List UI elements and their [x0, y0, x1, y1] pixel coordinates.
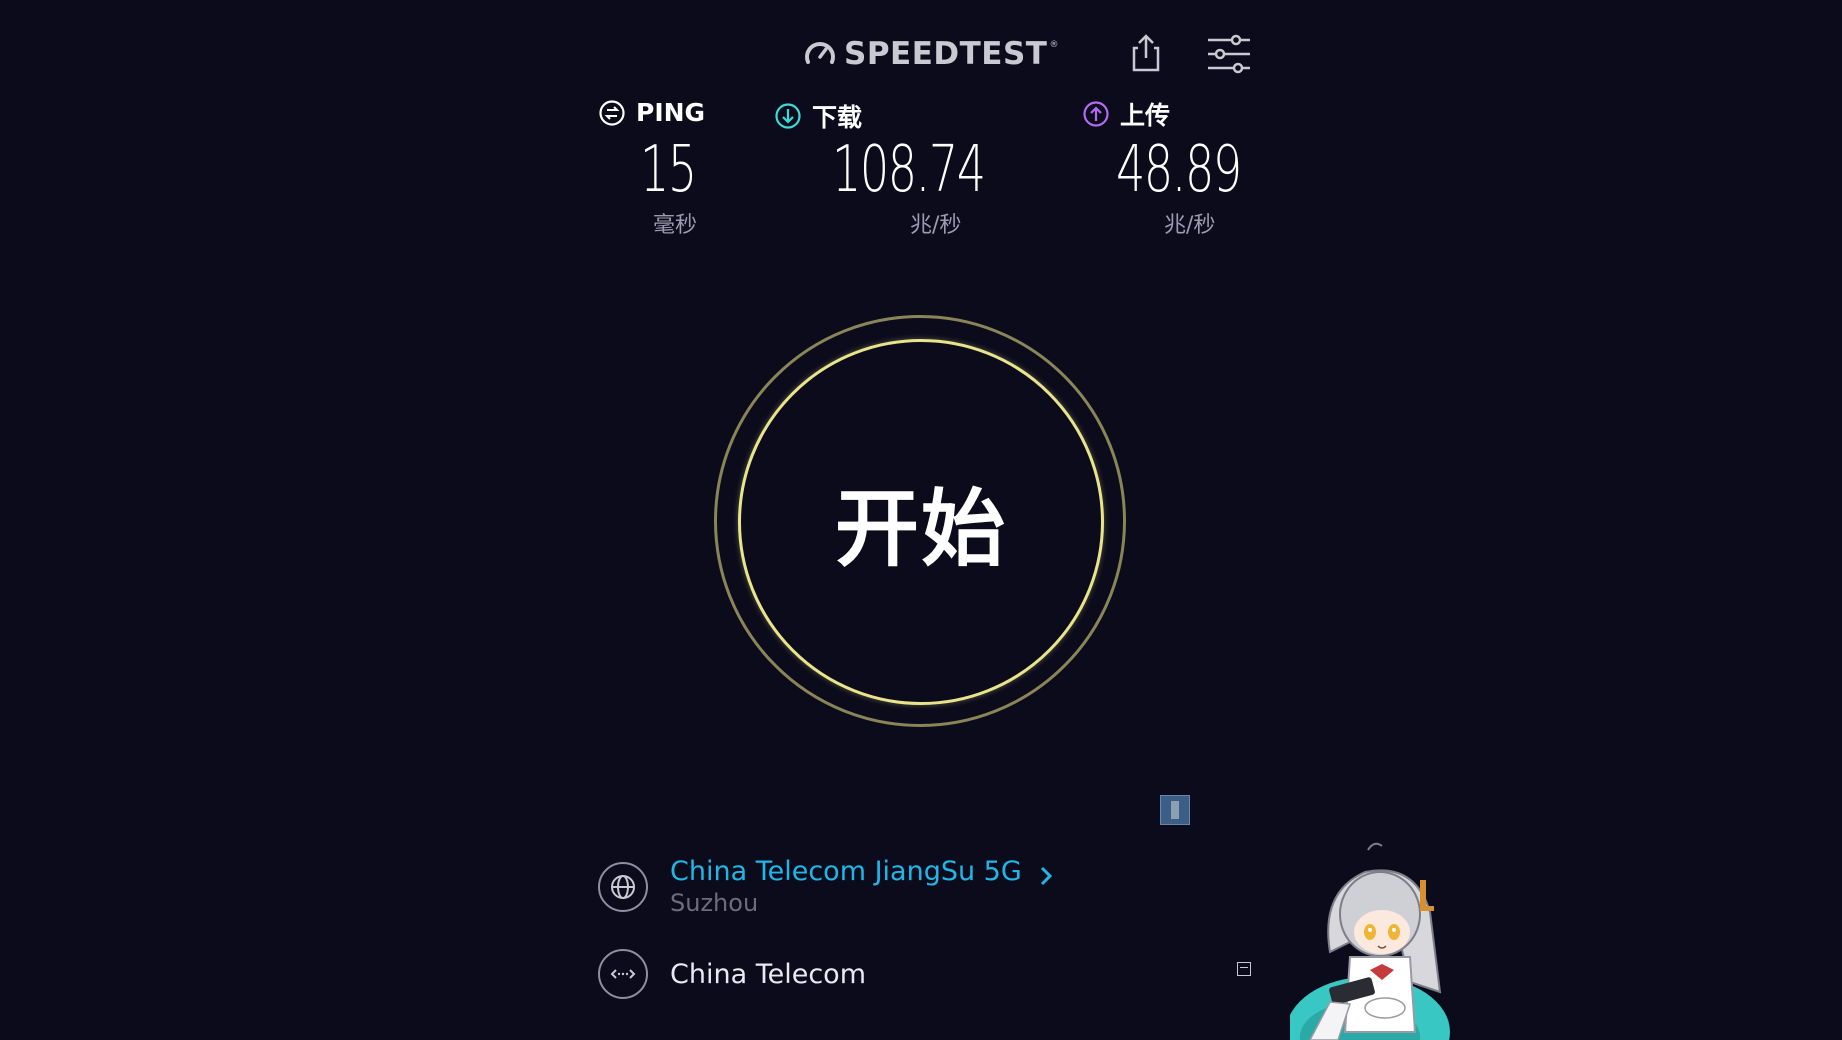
logo-trademark: ®: [1049, 40, 1059, 50]
floating-thumbnail-widget[interactable]: [1160, 795, 1190, 825]
connection-icon: [610, 969, 636, 979]
settings-button[interactable]: [1206, 34, 1252, 74]
anime-mascot-image[interactable]: [1290, 832, 1470, 1040]
upload-unit: 兆/秒: [1164, 213, 1216, 238]
ping-icon: [599, 99, 625, 126]
start-test-button[interactable]: 开始: [738, 339, 1104, 705]
provider-name: China Telecom: [670, 958, 867, 990]
ping-label: PING: [636, 98, 706, 127]
provider-row: China Telecom: [598, 949, 866, 999]
server-selector[interactable]: China Telecom JiangSu 5G Suzhou: [598, 856, 1053, 917]
server-name-line: China Telecom JiangSu 5G: [670, 856, 1053, 887]
download-label: 下载: [812, 103, 863, 132]
download-value: 108.74: [832, 133, 986, 207]
upload-value: 48.89: [1116, 133, 1242, 207]
download-unit: 兆/秒: [910, 213, 962, 238]
start-test-label: 开始: [834, 479, 1007, 578]
globe-icon: [611, 874, 635, 899]
server-name[interactable]: China Telecom JiangSu 5G: [670, 856, 1022, 887]
sliders-icon: [1208, 34, 1250, 74]
share-button[interactable]: [1126, 32, 1166, 74]
share-icon: [1132, 34, 1160, 72]
ping-metric-header: PING: [598, 98, 705, 127]
upload-label: 上传: [1120, 101, 1171, 130]
speedometer-icon: [805, 42, 835, 64]
upload-metric-header: 上传: [1082, 96, 1170, 132]
ping-value: 15: [640, 133, 697, 207]
globe-icon-wrap: [598, 861, 648, 912]
speedtest-logo: SPEEDTEST ®: [802, 34, 1058, 74]
mini-window-icon[interactable]: [1237, 962, 1251, 976]
connection-icon-wrap: [598, 949, 648, 999]
download-metric-header: 下载: [774, 98, 862, 134]
server-city: Suzhou: [670, 889, 759, 917]
logo-text: SPEEDTEST: [844, 36, 1048, 72]
chevron-right-icon: [1040, 866, 1052, 885]
download-arrow-icon: [775, 103, 801, 129]
server-text: China Telecom JiangSu 5G Suzhou: [670, 856, 1053, 917]
speedtest-app: SPEEDTEST ® PING 15 毫秒 下载 108.74 兆/秒 上传 …: [0, 0, 1842, 1040]
upload-arrow-icon: [1083, 101, 1109, 127]
ping-unit: 毫秒: [653, 213, 698, 238]
